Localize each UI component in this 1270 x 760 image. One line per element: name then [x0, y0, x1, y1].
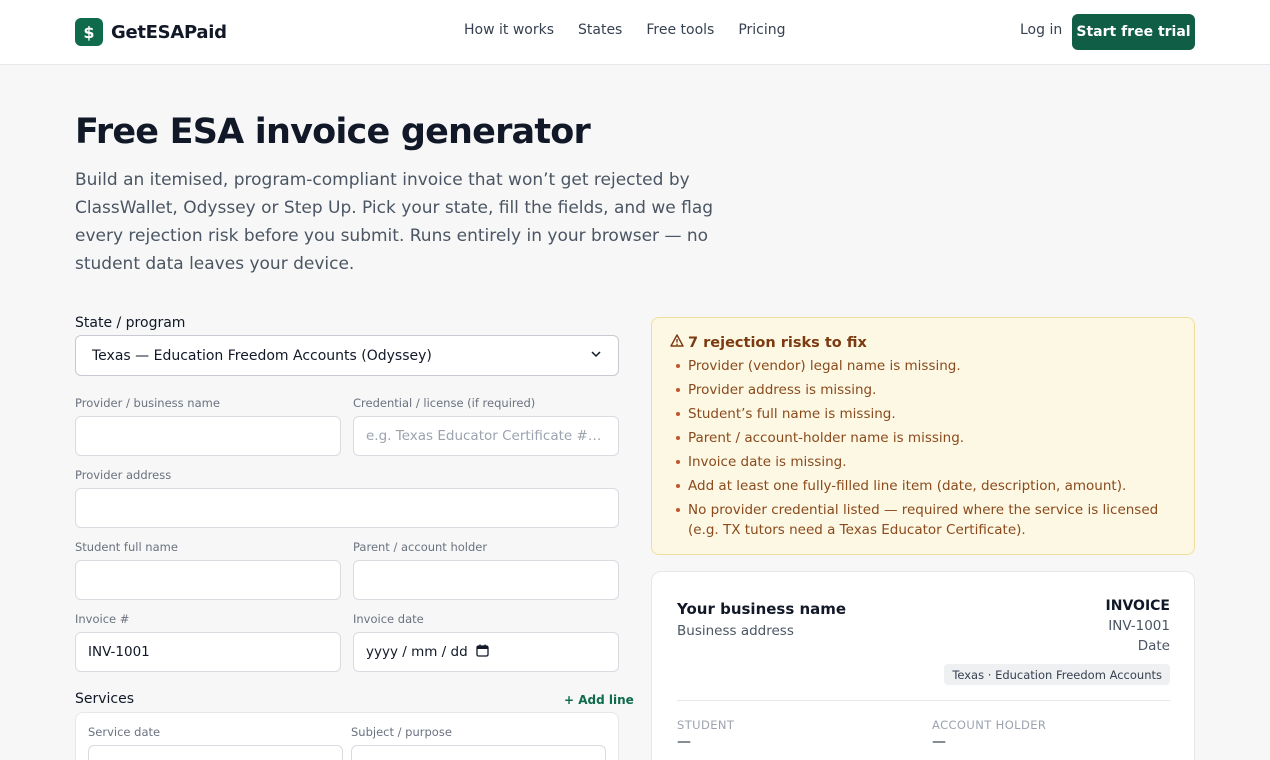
brand-logo[interactable]: $ GetESAPaid [75, 18, 227, 46]
warning-icon [670, 334, 684, 351]
subject-label: Subject / purpose [351, 725, 452, 739]
risk-item: Parent / account-holder name is missing. [676, 428, 1182, 448]
provider-address-label: Provider address [75, 468, 172, 482]
invoice-date-label: Invoice date [353, 612, 424, 626]
invoice-number: INV-1001 [1108, 618, 1170, 634]
account-holder-caption: ACCOUNT HOLDER [932, 718, 1047, 732]
service-date-label: Service date [88, 725, 161, 739]
risk-item: Student’s full name is missing. [676, 404, 1182, 424]
top-navbar: $ GetESAPaid How it works States Free to… [0, 0, 1270, 65]
risk-item: Provider address is missing. [676, 380, 1182, 400]
risk-panel-title: 7 rejection risks to fix [670, 334, 867, 351]
invoice-business-name: Your business name [677, 600, 847, 618]
credential-input[interactable]: e.g. Texas Educator Certificate #… [353, 416, 619, 456]
calendar-icon[interactable] [476, 644, 489, 661]
service-date-input[interactable] [88, 745, 343, 760]
risk-list: Provider (vendor) legal name is missing.… [676, 356, 1182, 544]
state-program-value: Texas — Education Freedom Accounts (Odys… [92, 347, 432, 364]
parent-input[interactable] [353, 560, 619, 600]
risk-item: Invoice date is missing. [676, 452, 1182, 472]
add-line-button[interactable]: + Add line [564, 693, 634, 707]
nav-how-it-works[interactable]: How it works [464, 22, 554, 38]
invoice-divider [677, 700, 1170, 701]
start-free-trial-button[interactable]: Start free trial [1072, 14, 1195, 50]
dollar-icon: $ [75, 18, 103, 46]
main-nav: How it works States Free tools Pricing [464, 22, 786, 38]
invoice-number-label: Invoice # [75, 612, 130, 626]
student-caption: STUDENT [677, 718, 735, 732]
invoice-date-placeholder: yyyy / mm / dd [366, 644, 468, 660]
page-title: Free ESA invoice generator [75, 112, 591, 152]
page-lead: Build an itemised, program-compliant inv… [75, 170, 714, 274]
state-program-label: State / program [75, 315, 186, 331]
service-line-card: Service date Subject / purpose [75, 712, 619, 760]
nav-pricing[interactable]: Pricing [738, 22, 785, 38]
invoice-number-input[interactable]: INV-1001 [75, 632, 341, 672]
provider-name-label: Provider / business name [75, 396, 220, 410]
account-holder-value: — [932, 734, 946, 750]
nav-free-tools[interactable]: Free tools [646, 22, 714, 38]
invoice-business-address: Business address [677, 623, 794, 639]
state-program-select[interactable]: Texas — Education Freedom Accounts (Odys… [75, 335, 619, 376]
parent-label: Parent / account holder [353, 540, 488, 554]
student-name-input[interactable] [75, 560, 341, 600]
invoice-heading: INVOICE [1105, 598, 1170, 614]
provider-name-input[interactable] [75, 416, 341, 456]
credential-label: Credential / license (if required) [353, 396, 536, 410]
services-heading: Services [75, 691, 135, 707]
provider-address-input[interactable] [75, 488, 619, 528]
invoice-preview: Your business name Business address INVO… [651, 571, 1195, 760]
invoice-date-input[interactable]: yyyy / mm / dd [353, 632, 619, 672]
login-link[interactable]: Log in [1020, 22, 1062, 38]
credential-placeholder: e.g. Texas Educator Certificate #… [366, 428, 602, 444]
student-name-label: Student full name [75, 540, 178, 554]
chevron-down-icon [590, 348, 602, 364]
risk-title-text: 7 rejection risks to fix [688, 334, 867, 351]
brand-name: GetESAPaid [111, 21, 227, 43]
subject-select[interactable] [351, 745, 606, 760]
nav-states[interactable]: States [578, 22, 622, 38]
rejection-risks-panel: 7 rejection risks to fix Provider (vendo… [651, 317, 1195, 555]
risk-item: No provider credential listed — required… [676, 500, 1182, 540]
program-badge: Texas · Education Freedom Accounts [944, 664, 1170, 685]
risk-item: Add at least one fully-filled line item … [676, 476, 1182, 496]
risk-item: Provider (vendor) legal name is missing. [676, 356, 1182, 376]
invoice-number-value: INV-1001 [88, 644, 150, 660]
invoice-date: Date [1137, 638, 1170, 654]
student-value: — [677, 734, 691, 750]
